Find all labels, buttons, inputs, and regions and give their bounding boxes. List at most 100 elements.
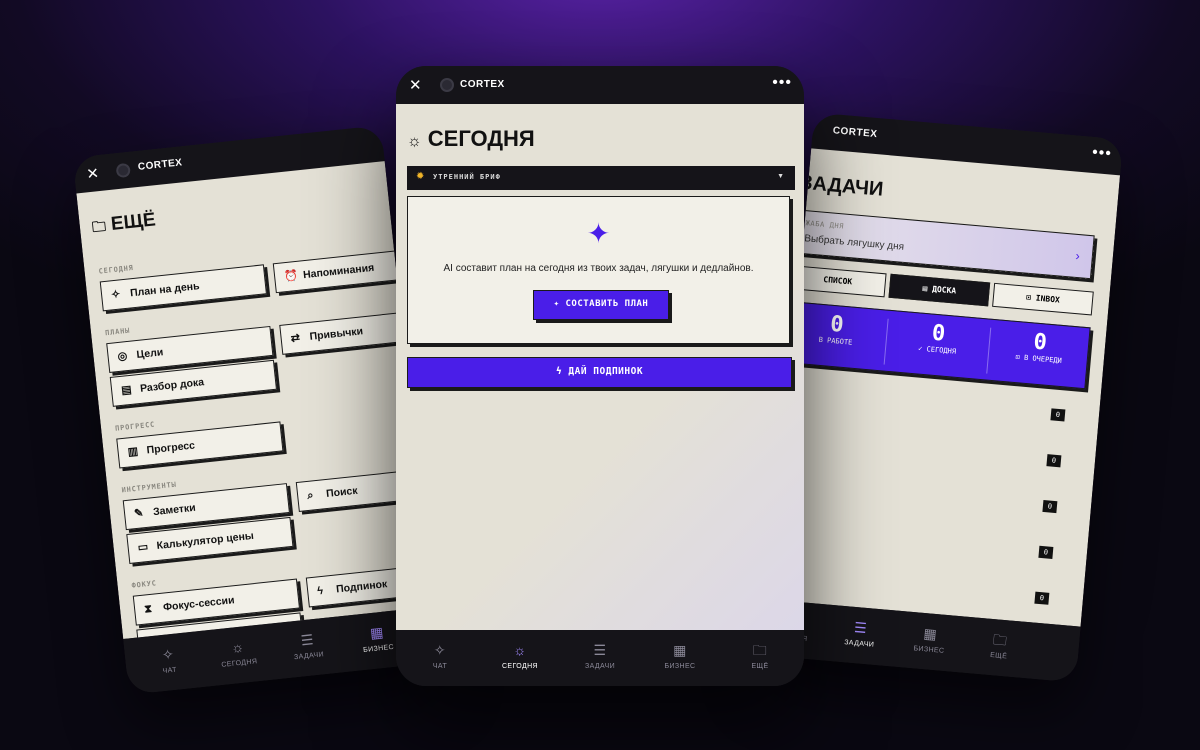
alarm-icon: ⏰	[283, 269, 299, 284]
lightning-icon: ϟ	[316, 584, 324, 598]
tab-tasks[interactable]: ☰ ЗАДАЧИ	[565, 642, 635, 670]
page-title-text: ЕЩЁ	[110, 209, 157, 235]
sparkles-icon: ✧	[161, 645, 175, 664]
menu-item-label: Подпинок	[335, 578, 388, 596]
tab-label: СЕГОДНЯ	[501, 663, 539, 670]
folder-icon: 🗀	[992, 631, 1008, 649]
tab-label: БИЗНЕС	[664, 663, 696, 670]
document-icon: ▤	[120, 383, 133, 397]
tab-tasks[interactable]: ☰ ЗАДАЧИ	[824, 617, 896, 651]
section-label: ПЛАНЫ	[104, 326, 131, 338]
tab-label: БИЗНЕС	[362, 643, 395, 654]
screen: ЗАДАЧИ ЖАБА ДНЯ Выбрать лягушку дня › СП…	[771, 148, 1121, 627]
column-count: 0	[1046, 454, 1062, 468]
tab-tasks[interactable]: ☰ ЗАДАЧИ	[272, 628, 345, 663]
menu-item-label: Привычки	[309, 325, 364, 343]
tab-more[interactable]: 🗀 ЕЩЁ	[963, 629, 1035, 663]
more-icon[interactable]: •••	[772, 74, 792, 92]
tab-label: ЗАДАЧИ	[843, 639, 875, 649]
hourglass-icon: ⧗	[143, 602, 153, 616]
brief-label: УТРЕННИЙ БРИФ	[433, 173, 501, 181]
compose-plan-button[interactable]: ✦ СОСТАВИТЬ ПЛАН	[533, 290, 669, 320]
card-description: AI составит план на сегодня из твоих зад…	[443, 263, 754, 274]
column-count: 0	[1042, 499, 1058, 514]
sun-icon: ☼	[230, 638, 246, 656]
tab-today[interactable]: ☼ СЕГОДНЯ	[485, 642, 555, 670]
view-tab-inbox[interactable]: ⊡ INBOX	[992, 282, 1094, 316]
chevron-down-icon: ▼	[777, 173, 784, 180]
menu-item-label: Разбор дока	[139, 376, 205, 395]
bar-chart-icon: ▥	[127, 445, 139, 459]
more-icon[interactable]: •••	[1091, 144, 1112, 164]
sun-icon: ☼	[513, 642, 527, 658]
checklist-icon: ☰	[593, 642, 607, 658]
menu-item-habits[interactable]: ⇄ Привычки	[279, 311, 412, 355]
tab-label: ЗАДАЧИ	[293, 651, 325, 662]
phone-left: ✕ CORTEX 🗀 ЕЩЁ СЕГОДНЯ ✧ План на день ⏰ На…	[72, 125, 438, 695]
edit-icon: ✎	[133, 507, 145, 521]
plan-card: ✦ AI составит план на сегодня из твоих з…	[407, 196, 790, 344]
push-button[interactable]: ϟ ДАЙ ПОДПИНОК	[407, 357, 792, 388]
column-count: 0	[1038, 545, 1054, 559]
sparkles-icon: ✦	[586, 218, 611, 249]
tab-label: ДОСКА	[931, 284, 957, 296]
tab-label: БИЗНЕС	[913, 645, 945, 655]
app-logo	[115, 162, 131, 179]
chevron-right-icon: ›	[1074, 247, 1081, 264]
menu-item-label: Напоминания	[302, 261, 375, 282]
menu-item-label: Заметки	[152, 501, 197, 519]
menu-item-label: План на день	[129, 280, 201, 300]
stat-queue: 0 ⊡ В ОЧЕРЕДИ	[989, 326, 1091, 368]
menu-item-label: Фокус-сессии	[162, 594, 236, 614]
section-label: ИНСТРУМЕНТЫ	[121, 480, 177, 495]
checklist-icon: ☰	[853, 618, 868, 637]
screen: 🗀 ЕЩЁ СЕГОДНЯ ✧ План на день ⏰ Напоминания…	[76, 161, 432, 640]
tab-chat[interactable]: ✧ ЧАТ	[132, 643, 205, 678]
sparkles-icon: ✧	[110, 288, 122, 302]
tab-today[interactable]: ☼ СЕГОДНЯ	[202, 635, 275, 670]
close-icon[interactable]: ✕	[86, 164, 100, 183]
frog-text: Выбрать лягушку дня	[803, 233, 905, 253]
section-label: ФОКУС	[131, 579, 158, 590]
tab-label: ЧАТ	[432, 663, 448, 670]
stat-label: СЕГОДНЯ	[926, 345, 957, 356]
brief-dropdown[interactable]: ✹ УТРЕННИЙ БРИФ ▼	[407, 166, 795, 190]
tab-label: INBOX	[1035, 293, 1061, 305]
menu-item-reminders[interactable]: ⏰ Напоминания	[272, 249, 406, 294]
stats-panel: 0 В РАБОТЕ 0 ✓ СЕГОДНЯ 0 ⊡ В ОЧЕРЕДИ	[782, 300, 1091, 390]
sun-icon: ☼	[407, 133, 422, 150]
page-title: ☼ СЕГОДНЯ	[407, 126, 535, 152]
menu-item-label: Калькулятор цены	[156, 529, 255, 552]
frog-label: ЖАБА ДНЯ	[805, 219, 845, 231]
app-name: CORTEX	[137, 157, 184, 173]
section-label: СЕГОДНЯ	[98, 263, 135, 276]
checklist-icon: ☰	[300, 631, 315, 649]
sparkles-icon: ✧	[433, 642, 447, 658]
tab-more[interactable]: 🗀 ЕЩЁ	[725, 642, 795, 670]
target-icon: ◎	[117, 350, 128, 364]
button-label: СОСТАВИТЬ ПЛАН	[565, 299, 649, 309]
folder-icon: 🗀	[91, 217, 107, 235]
view-tab-board[interactable]: ▤ ДОСКА	[888, 273, 991, 307]
tab-label: ЕЩЁ	[989, 651, 1008, 661]
menu-item-label: Прогресс	[146, 439, 196, 457]
page-title: 🗀 ЕЩЁ	[91, 209, 157, 241]
lightning-icon: ϟ	[555, 366, 569, 377]
column-count: 0	[1034, 591, 1050, 605]
tab-label: СПИСОК	[822, 274, 853, 287]
tab-chat[interactable]: ✧ ЧАТ	[405, 642, 475, 670]
sparkles-icon: ✦	[553, 299, 566, 309]
folder-icon: 🗀	[752, 642, 768, 658]
money-icon: ▭	[137, 540, 149, 554]
tab-business[interactable]: ▦ БИЗНЕС	[894, 623, 966, 657]
tab-label: ЧАТ	[162, 666, 178, 676]
tab-label: СЕГОДНЯ	[221, 658, 258, 669]
tab-business[interactable]: ▦ БИЗНЕС	[645, 642, 715, 670]
page-title: ЗАДАЧИ	[799, 171, 885, 201]
column-count: 0	[1050, 408, 1066, 422]
screen: ☼ СЕГОДНЯ ✹ УТРЕННИЙ БРИФ ▼ ✦ AI состави…	[396, 104, 804, 630]
repeat-icon: ⇄	[290, 331, 301, 345]
app-logo	[440, 78, 454, 92]
close-icon[interactable]: ✕	[409, 76, 422, 94]
tab-label: ЗАДАЧИ	[584, 663, 616, 670]
